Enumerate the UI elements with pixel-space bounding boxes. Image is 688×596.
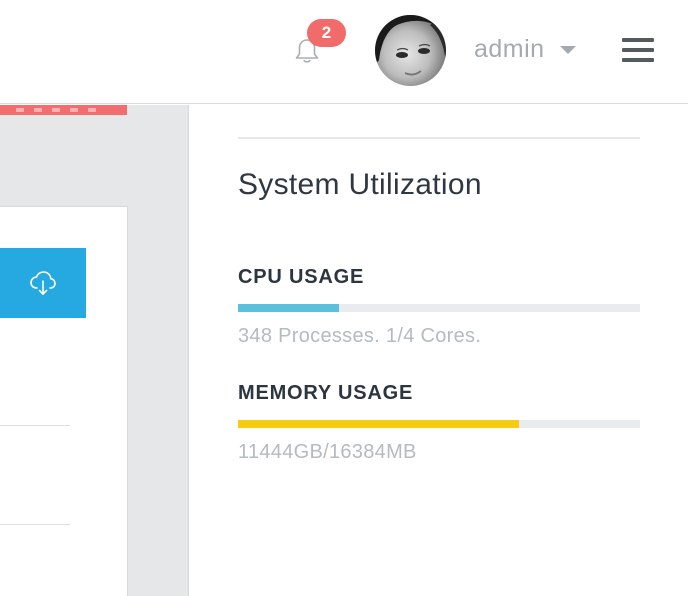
avatar[interactable] (375, 15, 446, 86)
memory-usage-bar (238, 420, 640, 428)
section-divider (238, 137, 640, 139)
divider (0, 425, 70, 426)
memory-usage-fill (238, 420, 520, 428)
hamburger-menu-icon[interactable] (622, 36, 654, 64)
top-header: 2 admin (0, 0, 688, 104)
cpu-usage-fill (238, 304, 339, 312)
accent-stripe (0, 105, 127, 115)
system-utilization-title: System Utilization (238, 168, 482, 201)
user-dropdown[interactable]: admin (474, 32, 576, 66)
cloud-download-icon (30, 271, 56, 295)
cpu-usage-label: CPU USAGE (238, 266, 365, 288)
memory-usage-detail: 11444GB/16384MB (238, 441, 417, 463)
memory-usage-label: MEMORY USAGE (238, 382, 414, 404)
cloud-download-button[interactable] (0, 248, 86, 318)
username: admin (474, 34, 545, 63)
notification-badge[interactable]: 2 (307, 19, 346, 47)
divider (0, 524, 70, 525)
caret-down-icon (559, 46, 576, 54)
cpu-usage-detail: 348 Processes. 1/4 Cores. (238, 325, 482, 347)
cpu-usage-bar (238, 304, 640, 312)
